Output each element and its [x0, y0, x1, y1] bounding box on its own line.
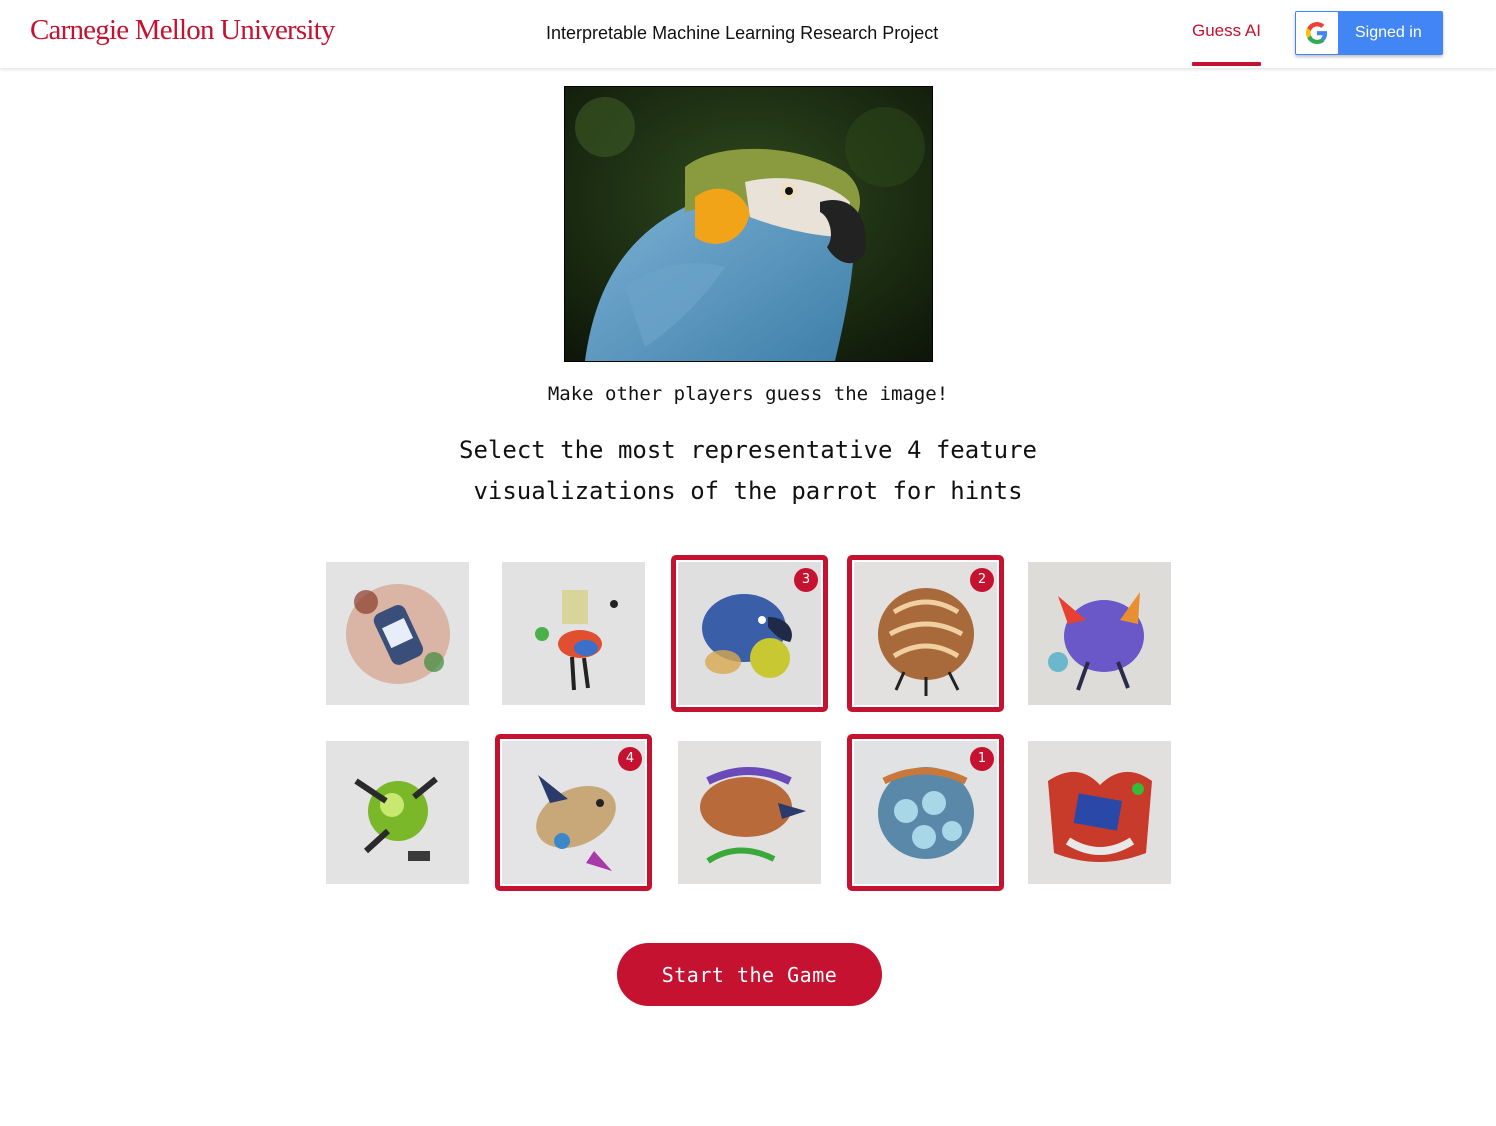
target-image-parrot	[564, 86, 933, 362]
nav-active-indicator	[1192, 62, 1261, 66]
rank-badge: 2	[970, 568, 994, 592]
feature-viz-image	[326, 741, 469, 884]
rank-badge: 3	[794, 568, 818, 592]
feature-viz-tile[interactable]: 2	[847, 555, 1004, 712]
instruction-line-2: visualizations of the parrot for hints	[473, 477, 1023, 505]
nav-guess-ai[interactable]: Guess AI	[1192, 21, 1261, 41]
feature-viz-tile[interactable]	[1028, 741, 1171, 884]
start-game-button[interactable]: Start the Game	[617, 943, 882, 1006]
top-bar: Carnegie Mellon University Interpretable…	[0, 0, 1496, 68]
google-icon	[1296, 12, 1338, 54]
feature-viz-tile[interactable]: 4	[495, 734, 652, 891]
feature-viz-tile[interactable]	[678, 741, 821, 884]
feature-viz-tile[interactable]: 1	[847, 734, 1004, 891]
feature-viz-image	[1028, 741, 1171, 884]
project-title: Interpretable Machine Learning Research …	[546, 23, 939, 43]
rank-badge: 1	[970, 747, 994, 771]
signin-label: Signed in	[1355, 24, 1422, 41]
selection-instruction: Select the most representative 4 feature…	[0, 430, 1496, 512]
feature-viz-tile[interactable]	[502, 562, 645, 705]
feature-viz-image	[502, 562, 645, 705]
feature-viz-tile[interactable]	[1028, 562, 1171, 705]
google-signin-button[interactable]: Signed in	[1295, 11, 1443, 55]
feature-viz-tile[interactable]	[326, 562, 469, 705]
feature-viz-image	[326, 562, 469, 705]
feature-viz-tile[interactable]	[326, 741, 469, 884]
cmu-logo[interactable]: Carnegie Mellon University	[30, 14, 335, 47]
rank-badge: 4	[618, 747, 642, 771]
game-subtitle: Make other players guess the image!	[547, 383, 949, 405]
instruction-line-1: Select the most representative 4 feature	[459, 436, 1037, 464]
feature-viz-image	[678, 741, 821, 884]
feature-viz-image	[1028, 562, 1171, 705]
feature-viz-tile[interactable]: 3	[671, 555, 828, 712]
